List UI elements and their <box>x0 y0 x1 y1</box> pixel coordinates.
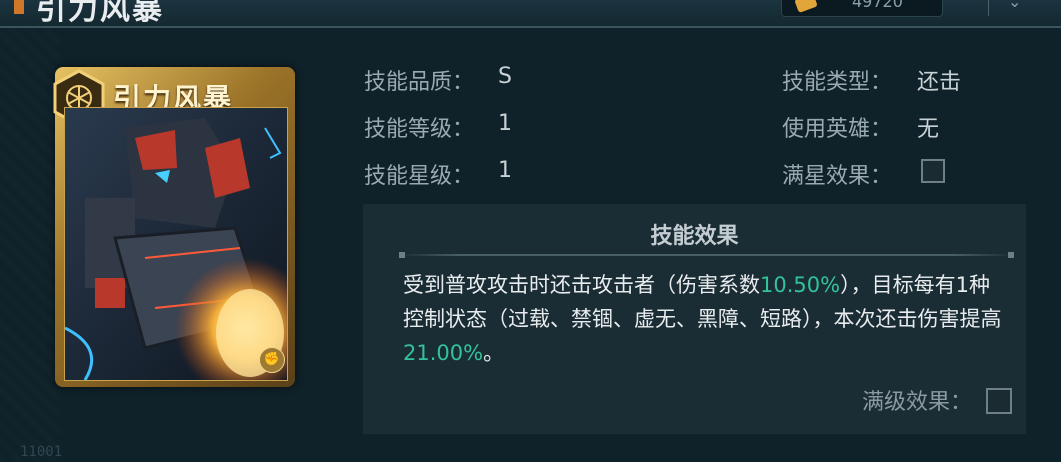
type-value: 还击 <box>917 70 962 95</box>
quality-label: 技能品质： <box>364 70 475 95</box>
fist-icon: ✊ <box>259 347 285 373</box>
level-value: 1 <box>498 111 512 136</box>
level-label: 技能等级： <box>364 117 475 142</box>
hero-label: 使用英雄： <box>782 117 893 142</box>
max-level-label: 满级效果： <box>861 390 972 415</box>
divider <box>399 252 1014 258</box>
damage-bonus: 21.00% <box>403 341 484 365</box>
divider <box>988 0 989 16</box>
skill-card[interactable]: 引力风暴 ✊ <box>53 67 295 387</box>
robot-cannon-illustration <box>65 108 287 380</box>
effect-title: 技能效果 <box>650 223 739 249</box>
footer-code: 11001 <box>20 444 63 460</box>
card-artwork <box>64 107 288 381</box>
page-title: 引力风暴 <box>36 0 164 27</box>
type-label: 技能类型： <box>782 70 893 95</box>
effect-text: 受到普攻攻击时还击攻击者（伤害系数 <box>403 273 760 297</box>
hero-value: 无 <box>917 117 940 142</box>
damage-coefficient: 10.50% <box>760 273 841 297</box>
currency-display: 49720 <box>781 0 943 17</box>
star-label: 技能星级： <box>364 164 475 189</box>
chevron-down-icon[interactable]: ⌄ <box>1008 0 1021 11</box>
effect-description: 受到普攻攻击时还击攻击者（伤害系数10.50%），目标每有1种控制状态（过载、禁… <box>403 268 1003 370</box>
effect-text: 。 <box>483 341 505 365</box>
background-pattern <box>0 28 60 462</box>
title-accent <box>14 0 24 14</box>
coin-icon <box>794 0 818 13</box>
max-level-checkbox[interactable] <box>986 388 1012 414</box>
currency-value: 49720 <box>852 0 903 11</box>
star-value: 1 <box>498 158 512 183</box>
quality-value: S <box>498 64 512 89</box>
skill-effect-panel: 技能效果 受到普攻攻击时还击攻击者（伤害系数10.50%），目标每有1种控制状态… <box>363 204 1026 434</box>
full-star-label: 满星效果： <box>782 164 893 189</box>
top-bar: 引力风暴 49720 ⌄ <box>0 0 1061 28</box>
full-star-checkbox[interactable] <box>921 159 945 183</box>
